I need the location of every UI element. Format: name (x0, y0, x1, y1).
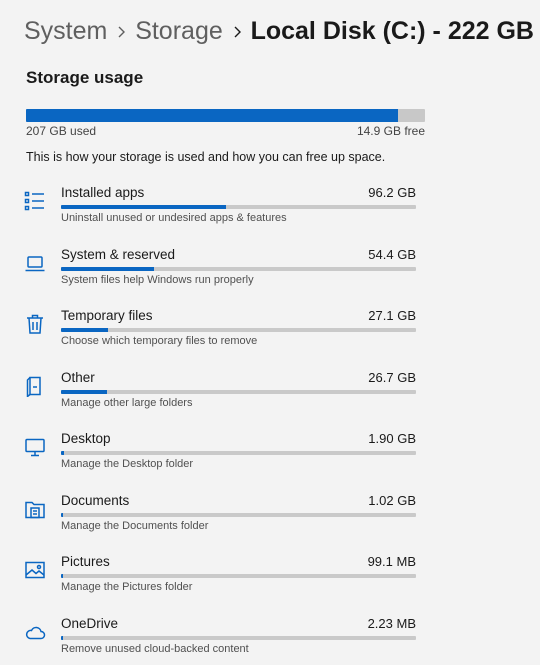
category-usage-fill (61, 451, 65, 455)
category-size: 2.23 MB (367, 616, 416, 631)
category-size: 1.90 GB (368, 431, 416, 446)
pictures-icon (24, 559, 46, 581)
category-usage-bar (61, 390, 416, 394)
category-usage-fill (61, 636, 64, 640)
category-size: 99.1 MB (367, 554, 416, 569)
category-name: Installed apps (61, 185, 145, 200)
category-name: Other (61, 370, 95, 385)
other-files-icon (24, 375, 46, 399)
category-name: OneDrive (61, 616, 119, 631)
page-title: Local Disk (C:) - 222 GB (250, 17, 534, 45)
category-documents[interactable]: Documents 1.02 GB Manage the Documents f… (20, 492, 420, 552)
category-size: 27.1 GB (368, 308, 416, 323)
chevron-right-icon (223, 14, 251, 48)
free-space-label: 14.9 GB free (356, 124, 425, 138)
category-description: Uninstall unused or undesired apps & fea… (61, 212, 287, 224)
category-usage-fill (61, 513, 64, 517)
category-description: Manage the Pictures folder (61, 581, 193, 593)
breadcrumb-system[interactable]: System (24, 14, 107, 48)
category-usage-bar (61, 451, 416, 455)
category-name: Pictures (61, 554, 110, 569)
storage-usage-fill (26, 109, 399, 122)
documents-icon (24, 498, 46, 520)
breadcrumb: System Storage Local Disk (C:) - 222 GB (24, 14, 534, 48)
category-name: Temporary files (61, 308, 153, 323)
category-usage-fill (61, 390, 107, 394)
category-usage-bar (61, 267, 416, 271)
category-onedrive[interactable]: OneDrive 2.23 MB Remove unused cloud-bac… (20, 615, 420, 665)
category-desktop[interactable]: Desktop 1.90 GB Manage the Desktop folde… (20, 430, 420, 490)
chevron-right-icon (107, 14, 135, 48)
category-description: Remove unused cloud-backed content (61, 643, 249, 655)
category-description: Choose which temporary files to remove (61, 335, 258, 347)
category-usage-fill (61, 574, 64, 578)
category-installed-apps[interactable]: Installed apps 96.2 GB Uninstall unused … (20, 184, 420, 244)
category-temporary-files[interactable]: Temporary files 27.1 GB Choose which tem… (20, 307, 420, 367)
installed-apps-icon (24, 190, 46, 212)
laptop-icon (24, 252, 46, 274)
category-usage-bar (61, 574, 416, 578)
category-size: 26.7 GB (368, 370, 416, 385)
category-name: Desktop (61, 431, 111, 446)
category-pictures[interactable]: Pictures 99.1 MB Manage the Pictures fol… (20, 553, 420, 613)
category-usage-bar (61, 205, 416, 209)
breadcrumb-storage[interactable]: Storage (135, 14, 223, 48)
category-usage-bar (61, 636, 416, 640)
category-usage-fill (61, 267, 155, 271)
cloud-icon (24, 621, 46, 643)
category-usage-fill (61, 328, 108, 332)
category-usage-fill (61, 205, 227, 209)
category-name: System & reserved (61, 247, 176, 262)
category-size: 1.02 GB (368, 493, 416, 508)
storage-usage-title: Storage usage (26, 68, 144, 87)
desktop-icon (24, 436, 46, 458)
category-system-reserved[interactable]: System & reserved 54.4 GB System files h… (20, 246, 420, 306)
category-description: Manage other large folders (61, 397, 193, 409)
storage-usage-bar (26, 109, 425, 122)
storage-description: This is how your storage is used and how… (26, 150, 386, 164)
category-description: System files help Windows run properly (61, 274, 254, 286)
category-other[interactable]: Other 26.7 GB Manage other large folders (20, 369, 420, 429)
category-size: 96.2 GB (368, 185, 416, 200)
category-description: Manage the Documents folder (61, 520, 209, 532)
category-name: Documents (61, 493, 130, 508)
category-usage-bar (61, 328, 416, 332)
category-size: 54.4 GB (368, 247, 416, 262)
category-description: Manage the Desktop folder (61, 458, 194, 470)
category-usage-bar (61, 513, 416, 517)
trash-icon (24, 313, 46, 335)
